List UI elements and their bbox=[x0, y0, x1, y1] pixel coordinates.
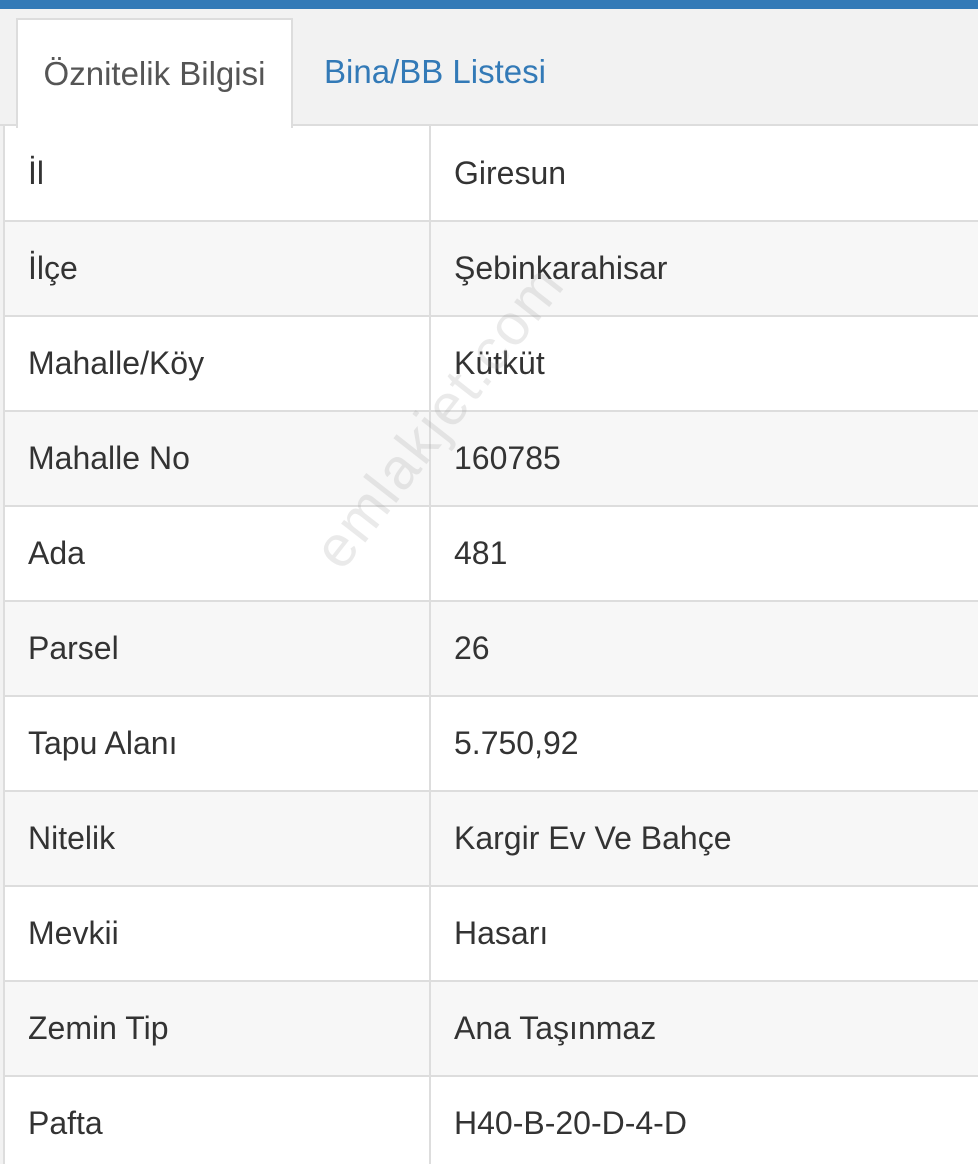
row-key-tapu-alani: Tapu Alanı bbox=[5, 696, 431, 792]
row-value-ilce: Şebinkarahisar bbox=[430, 221, 978, 317]
tab-bar: Öznitelik Bilgisi Bina/BB Listesi bbox=[0, 9, 978, 128]
top-accent-bar bbox=[0, 0, 978, 9]
row-key-il: İl bbox=[5, 126, 431, 222]
row-value-mahalle-no: 160785 bbox=[430, 411, 978, 507]
table-row: Parsel 26 bbox=[5, 601, 978, 697]
row-key-mahalle-koy: Mahalle/Köy bbox=[5, 316, 431, 412]
row-key-nitelik: Nitelik bbox=[5, 791, 431, 887]
row-key-parsel: Parsel bbox=[5, 601, 431, 697]
table-row: Mevkii Hasarı bbox=[5, 886, 978, 982]
row-key-ada: Ada bbox=[5, 506, 431, 602]
row-key-zemin-tip: Zemin Tip bbox=[5, 981, 431, 1077]
row-value-mevkii: Hasarı bbox=[430, 886, 978, 982]
table-row: İl Giresun bbox=[5, 126, 978, 222]
row-value-zemin-tip: Ana Taşınmaz bbox=[430, 981, 978, 1077]
table-row: Tapu Alanı 5.750,92 bbox=[5, 696, 978, 792]
tab-building-list[interactable]: Bina/BB Listesi bbox=[324, 18, 546, 126]
row-key-pafta: Pafta bbox=[5, 1076, 431, 1164]
table-row: İlçe Şebinkarahisar bbox=[5, 221, 978, 317]
row-key-mahalle-no: Mahalle No bbox=[5, 411, 431, 507]
row-key-ilce: İlçe bbox=[5, 221, 431, 317]
row-value-mahalle-koy: Kütküt bbox=[430, 316, 978, 412]
attribute-table: İl Giresun İlçe Şebinkarahisar Mahalle/K… bbox=[5, 126, 978, 1164]
row-value-parsel: 26 bbox=[430, 601, 978, 697]
table-row: Mahalle/Köy Kütküt bbox=[5, 316, 978, 412]
tab-attribute-info[interactable]: Öznitelik Bilgisi bbox=[16, 18, 293, 128]
row-value-pafta: H40-B-20-D-4-D bbox=[430, 1076, 978, 1164]
table-row: Nitelik Kargir Ev Ve Bahçe bbox=[5, 791, 978, 887]
table-row: Mahalle No 160785 bbox=[5, 411, 978, 507]
attribute-table-container: İl Giresun İlçe Şebinkarahisar Mahalle/K… bbox=[3, 126, 978, 1164]
row-value-il: Giresun bbox=[430, 126, 978, 222]
table-row: Ada 481 bbox=[5, 506, 978, 602]
row-value-ada: 481 bbox=[430, 506, 978, 602]
row-key-mevkii: Mevkii bbox=[5, 886, 431, 982]
table-row: Pafta H40-B-20-D-4-D bbox=[5, 1076, 978, 1164]
row-value-tapu-alani: 5.750,92 bbox=[430, 696, 978, 792]
row-value-nitelik: Kargir Ev Ve Bahçe bbox=[430, 791, 978, 887]
parcel-info-panel: Öznitelik Bilgisi Bina/BB Listesi İl Gir… bbox=[0, 0, 978, 1164]
table-row: Zemin Tip Ana Taşınmaz bbox=[5, 981, 978, 1077]
